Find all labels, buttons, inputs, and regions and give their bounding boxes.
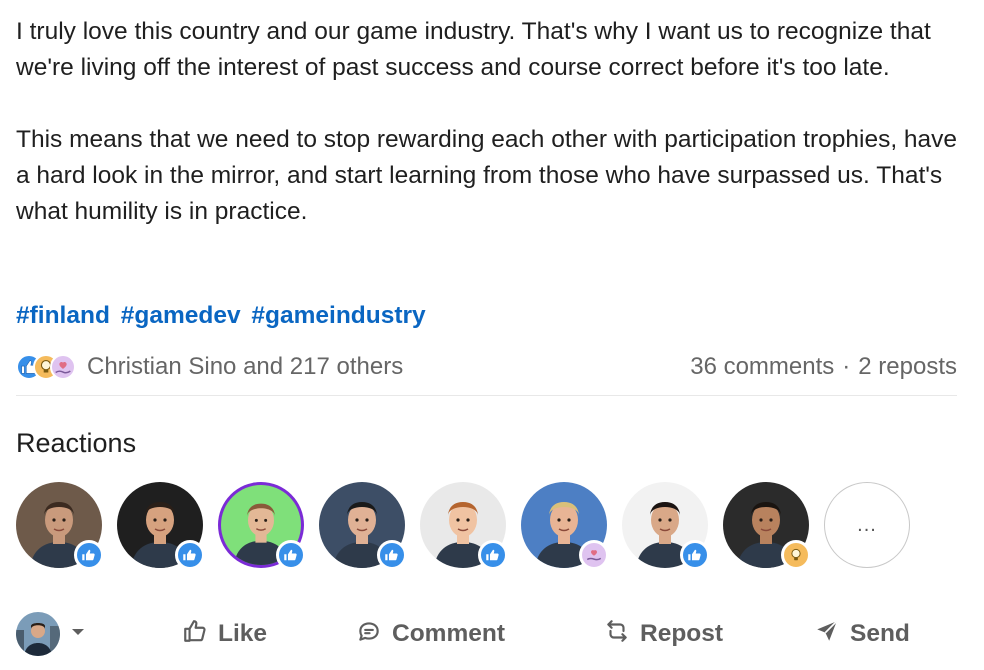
like-badge-icon xyxy=(478,540,508,570)
reactions-heading: Reactions xyxy=(16,428,137,458)
insightful-badge-icon xyxy=(781,540,811,570)
social-counts-bar: Christian Sino and 217 others 36 comment… xyxy=(16,346,957,388)
like-badge-icon xyxy=(175,540,205,570)
comments-count[interactable]: 36 comments xyxy=(690,353,834,381)
reactor-avatar[interactable] xyxy=(319,482,407,570)
hashtag-link[interactable]: #gamedev xyxy=(121,302,241,329)
reactor-avatar[interactable] xyxy=(117,482,205,570)
reactor-avatar[interactable] xyxy=(622,482,710,570)
likers-summary[interactable]: Christian Sino and 217 others xyxy=(87,353,403,381)
actor-switcher[interactable] xyxy=(16,612,126,656)
like-badge-icon xyxy=(377,540,407,570)
action-bar: Like Comment Repost Send xyxy=(16,606,966,662)
post-paragraph: This means that we need to stop rewardin… xyxy=(16,126,958,225)
comment-label: Comment xyxy=(392,620,505,647)
like-badge-icon xyxy=(680,540,710,570)
reaction-icon-stack[interactable] xyxy=(16,354,76,380)
like-button[interactable]: Like xyxy=(182,618,267,651)
post-paragraph: I truly love this country and our game i… xyxy=(16,18,931,81)
comment-icon xyxy=(356,618,382,651)
comment-button[interactable]: Comment xyxy=(356,618,505,651)
like-badge-icon xyxy=(74,540,104,570)
send-button[interactable]: Send xyxy=(814,618,910,651)
reactor-avatar[interactable] xyxy=(16,482,104,570)
hashtag-link[interactable]: #gameindustry xyxy=(251,302,425,329)
reactor-avatar[interactable] xyxy=(420,482,508,570)
send-label: Send xyxy=(850,620,910,647)
reposts-count[interactable]: 2 reposts xyxy=(858,353,957,381)
thumbs-up-icon xyxy=(182,618,208,651)
like-label: Like xyxy=(218,620,268,647)
reactor-avatar-row: ... xyxy=(16,482,910,570)
divider xyxy=(16,395,957,396)
send-icon xyxy=(814,618,840,651)
count-separator: · xyxy=(842,353,851,380)
reactor-avatar[interactable] xyxy=(723,482,811,570)
repost-button[interactable]: Repost xyxy=(604,618,723,651)
avatar xyxy=(16,612,60,656)
repost-label: Repost xyxy=(640,620,724,647)
reactor-avatar[interactable] xyxy=(521,482,609,570)
support-icon xyxy=(50,354,76,380)
like-badge-icon xyxy=(276,540,306,570)
support-badge-icon xyxy=(579,540,609,570)
reactor-avatar[interactable] xyxy=(218,482,306,570)
chevron-down-icon xyxy=(70,624,86,645)
hashtag-link[interactable]: #finland xyxy=(16,302,110,329)
more-reactors-button[interactable]: ... xyxy=(824,482,910,568)
hashtag-list: #finland #gamedev #gameindustry xyxy=(16,302,430,330)
post-body: I truly love this country and our game i… xyxy=(16,14,966,230)
repost-icon xyxy=(604,618,630,651)
